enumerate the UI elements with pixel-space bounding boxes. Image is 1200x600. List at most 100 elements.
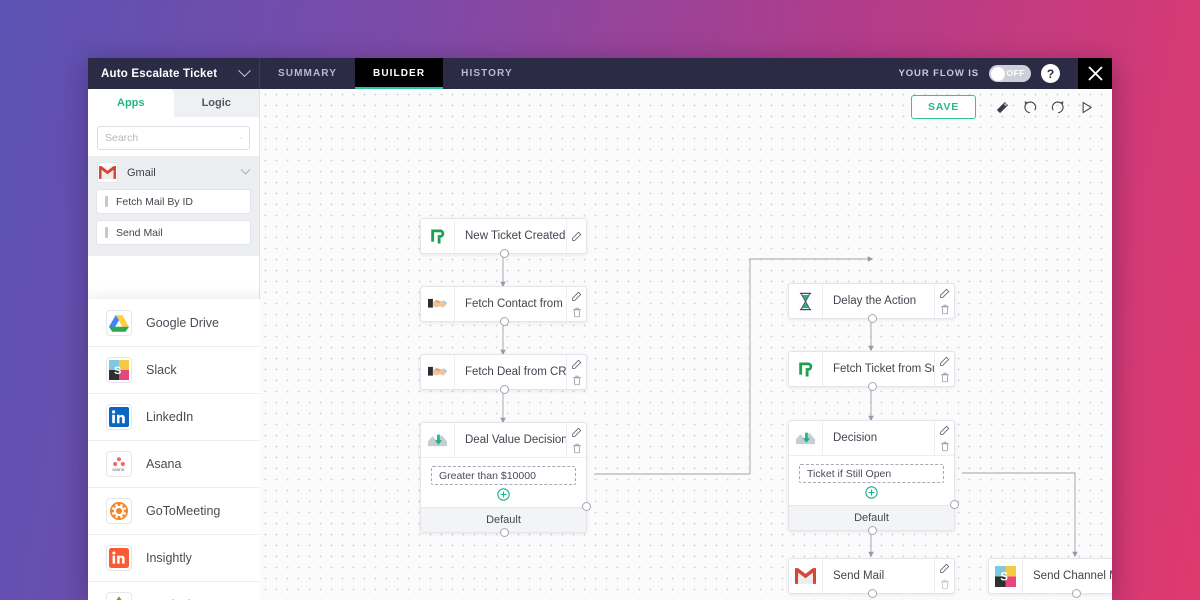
edit-icon[interactable] bbox=[568, 425, 586, 439]
flow-enable-toggle[interactable]: OFF bbox=[989, 65, 1031, 82]
default-output-port[interactable] bbox=[500, 528, 509, 537]
output-port[interactable] bbox=[868, 589, 877, 598]
node-send-mail[interactable]: Send Mail bbox=[788, 558, 955, 594]
tab-summary[interactable]: SUMMARY bbox=[260, 58, 355, 89]
redo-button[interactable] bbox=[1044, 95, 1072, 119]
app-row-gmail[interactable]: Gmail bbox=[88, 156, 259, 189]
delete-icon[interactable] bbox=[936, 370, 954, 384]
node-actions bbox=[566, 219, 586, 253]
action-label: Fetch Mail By ID bbox=[116, 196, 193, 208]
node-fetch-contact[interactable]: Fetch Contact from CRM bbox=[420, 286, 587, 322]
drag-handle-icon[interactable] bbox=[105, 196, 108, 207]
app-name-label: Gmail bbox=[127, 167, 233, 179]
branch-output-port[interactable] bbox=[582, 502, 591, 511]
node-actions bbox=[934, 352, 954, 386]
tab-logic[interactable]: Logic bbox=[174, 89, 260, 117]
flow-state-label: YOUR FLOW IS bbox=[899, 68, 979, 79]
run-button[interactable] bbox=[1072, 95, 1100, 119]
node-actions bbox=[566, 423, 586, 457]
insightly-icon bbox=[106, 545, 132, 571]
output-port[interactable] bbox=[500, 249, 509, 258]
flow-builder-window: Auto Escalate Ticket SUMMARY BUILDER HIS… bbox=[88, 58, 1112, 600]
node-actions bbox=[934, 284, 954, 318]
output-port[interactable] bbox=[1072, 589, 1081, 598]
node-title: Send Channel Message bbox=[1023, 559, 1112, 593]
node-delay[interactable]: Delay the Action bbox=[788, 283, 955, 319]
save-button[interactable]: SAVE bbox=[911, 95, 976, 119]
edit-icon[interactable] bbox=[568, 357, 586, 371]
edit-icon[interactable] bbox=[936, 354, 954, 368]
help-button[interactable]: ? bbox=[1041, 64, 1060, 83]
chevron-down-icon[interactable] bbox=[241, 165, 251, 175]
search-icon[interactable] bbox=[240, 132, 242, 144]
output-port[interactable] bbox=[500, 317, 509, 326]
tab-history[interactable]: HISTORY bbox=[443, 58, 531, 89]
branch-condition[interactable]: Ticket if Still Open bbox=[799, 464, 944, 483]
output-port[interactable] bbox=[500, 385, 509, 394]
delete-icon[interactable] bbox=[936, 577, 954, 591]
slack-icon: S bbox=[106, 357, 132, 383]
handshake-icon bbox=[421, 287, 455, 321]
linkedin-icon bbox=[106, 404, 132, 430]
header-tabs: SUMMARY BUILDER HISTORY bbox=[260, 58, 531, 89]
node-header: Decision bbox=[789, 421, 954, 455]
node-header: Fetch Contact from CRM bbox=[421, 287, 586, 321]
edit-icon[interactable] bbox=[936, 561, 954, 575]
node-deal-value-decision[interactable]: Deal Value Decision bbox=[420, 422, 587, 533]
zendesk-icon bbox=[106, 592, 132, 600]
flow-canvas[interactable]: SAVE bbox=[260, 89, 1112, 600]
undo-button[interactable] bbox=[1016, 95, 1044, 119]
node-fetch-ticket[interactable]: Fetch Ticket from Supp... bbox=[788, 351, 955, 387]
plus-circle-icon bbox=[497, 488, 510, 501]
app-name-label: GoToMeeting bbox=[146, 504, 271, 518]
close-button[interactable] bbox=[1078, 58, 1112, 89]
svg-text:S: S bbox=[114, 365, 121, 377]
edit-icon[interactable] bbox=[936, 423, 954, 437]
tab-apps[interactable]: Apps bbox=[88, 89, 174, 117]
delete-icon[interactable] bbox=[568, 441, 586, 455]
node-decision[interactable]: Decision Ticket if bbox=[788, 420, 955, 531]
magic-wand-button[interactable] bbox=[988, 95, 1016, 119]
edit-icon[interactable] bbox=[568, 289, 586, 303]
node-header: Deal Value Decision bbox=[421, 423, 586, 457]
search-input[interactable] bbox=[105, 132, 240, 144]
branch-output-port[interactable] bbox=[950, 500, 959, 509]
node-header: Delay the Action bbox=[789, 284, 954, 318]
app-name-label: Asana bbox=[146, 457, 271, 471]
node-header: New Ticket Created in ... bbox=[421, 219, 586, 253]
delete-icon[interactable] bbox=[568, 373, 586, 387]
output-port[interactable] bbox=[868, 314, 877, 323]
edit-icon[interactable] bbox=[568, 229, 586, 243]
freshdesk-icon bbox=[789, 352, 823, 386]
node-send-channel-message[interactable]: S Send Channel Message bbox=[988, 558, 1112, 594]
output-port[interactable] bbox=[868, 382, 877, 391]
node-title: New Ticket Created in ... bbox=[455, 219, 566, 253]
drag-handle-icon[interactable] bbox=[105, 227, 108, 238]
search-container bbox=[88, 117, 259, 156]
default-output-port[interactable] bbox=[868, 526, 877, 535]
action-item-send-mail[interactable]: Send Mail bbox=[96, 220, 251, 245]
node-title: Fetch Contact from CRM bbox=[455, 287, 566, 321]
node-fetch-deal[interactable]: Fetch Deal from CRM bbox=[420, 354, 587, 390]
node-title: Decision bbox=[823, 421, 934, 455]
action-item-fetch-mail-by-id[interactable]: Fetch Mail By ID bbox=[96, 189, 251, 214]
redo-icon bbox=[1050, 99, 1066, 115]
toggle-knob bbox=[991, 67, 1005, 81]
play-icon bbox=[1079, 100, 1094, 115]
add-branch-button[interactable] bbox=[799, 483, 944, 503]
delete-icon[interactable] bbox=[936, 302, 954, 316]
gotomeeting-icon bbox=[106, 498, 132, 524]
edit-icon[interactable] bbox=[936, 286, 954, 300]
delete-icon[interactable] bbox=[568, 305, 586, 319]
add-branch-button[interactable] bbox=[431, 485, 576, 505]
chevron-down-icon bbox=[238, 64, 251, 77]
tab-builder[interactable]: BUILDER bbox=[355, 58, 443, 89]
delete-icon[interactable] bbox=[936, 439, 954, 453]
search-box[interactable] bbox=[97, 126, 250, 150]
app-name-label: Google Drive bbox=[146, 316, 271, 330]
flow-title-dropdown[interactable]: Auto Escalate Ticket bbox=[88, 58, 260, 89]
node-new-ticket[interactable]: New Ticket Created in ... bbox=[420, 218, 587, 254]
app-header: Auto Escalate Ticket SUMMARY BUILDER HIS… bbox=[88, 58, 1112, 89]
branch-condition[interactable]: Greater than $10000 bbox=[431, 466, 576, 485]
node-header: S Send Channel Message bbox=[989, 559, 1112, 593]
